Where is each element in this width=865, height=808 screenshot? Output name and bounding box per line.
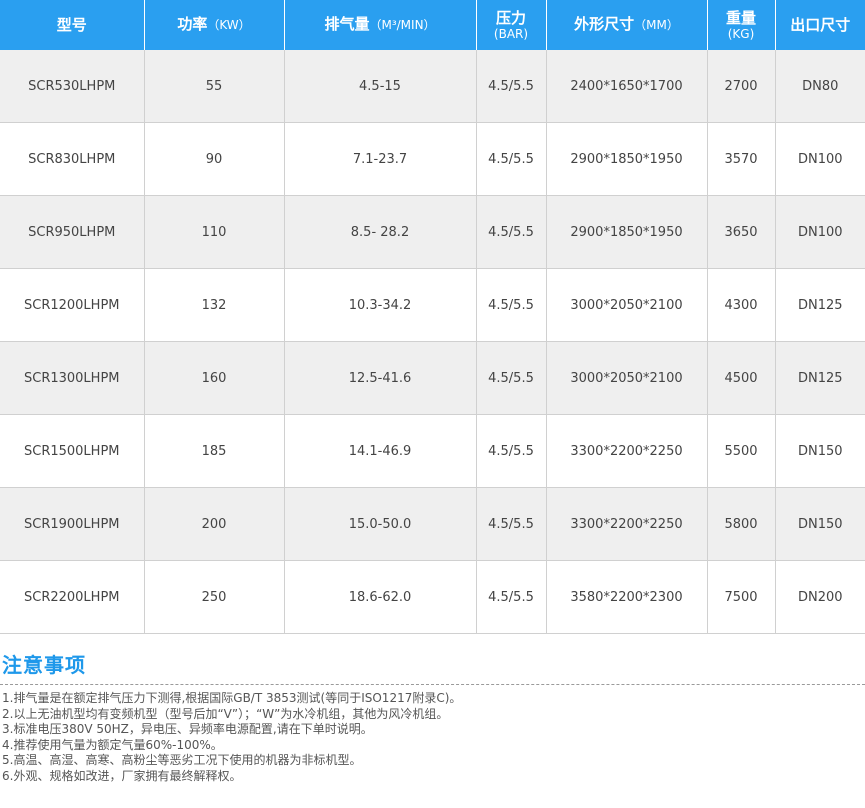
cell-pressure: 4.5/5.5 <box>476 122 547 196</box>
cell-model: SCR1300LHPM <box>0 341 145 415</box>
cell-model: SCR2200LHPM <box>0 560 145 634</box>
cell-weight: 5800 <box>707 487 776 561</box>
cell-outlet-size: DN150 <box>775 414 865 488</box>
notes-divider <box>0 684 865 685</box>
cell-dimensions: 2900*1850*1950 <box>546 122 708 196</box>
table-row: SCR1500LHPM 185 14.1-46.9 4.5/5.5 3300*2… <box>0 414 865 488</box>
cell-air-delivery: 12.5-41.6 <box>284 341 477 415</box>
cell-power: 110 <box>144 195 285 269</box>
cell-weight: 4500 <box>707 341 776 415</box>
cell-weight: 7500 <box>707 560 776 634</box>
cell-power: 90 <box>144 122 285 196</box>
header-label: 重量 <box>725 8 756 27</box>
cell-outlet-size: DN80 <box>775 50 865 123</box>
cell-air-delivery: 15.0-50.0 <box>284 487 477 561</box>
cell-dimensions: 2400*1650*1700 <box>546 50 708 123</box>
cell-air-delivery: 7.1-23.7 <box>284 122 477 196</box>
table-row: SCR1300LHPM 160 12.5-41.6 4.5/5.5 3000*2… <box>0 341 865 415</box>
table-body: SCR530LHPM 55 4.5-15 4.5/5.5 2400*1650*1… <box>0 50 865 634</box>
cell-pressure: 4.5/5.5 <box>476 487 547 561</box>
header-outlet-size: 出口尺寸 <box>775 0 865 50</box>
header-row: 型号 功率（KW） 排气量（M³/MIN） 压力 (BAR) 外形尺寸（MM） 重… <box>0 0 865 50</box>
header-unit: （MM） <box>634 18 679 32</box>
note-item: 4.推荐使用气量为额定气量60%-100%。 <box>2 737 223 752</box>
cell-outlet-size: DN100 <box>775 122 865 196</box>
cell-weight: 5500 <box>707 414 776 488</box>
header-model: 型号 <box>0 0 145 50</box>
cell-power: 160 <box>144 341 285 415</box>
cell-air-delivery: 8.5- 28.2 <box>284 195 477 269</box>
spec-table: 型号 功率（KW） 排气量（M³/MIN） 压力 (BAR) 外形尺寸（MM） 重… <box>0 0 865 634</box>
note-item: 1.排气量是在额定排气压力下测得,根据国际GB/T 3853测试(等同于ISO1… <box>2 691 462 705</box>
cell-pressure: 4.5/5.5 <box>476 195 547 269</box>
header-unit: （M³/MIN） <box>369 18 436 32</box>
header-label: 外形尺寸 <box>574 15 635 33</box>
table-row: SCR830LHPM 90 7.1-23.7 4.5/5.5 2900*1850… <box>0 122 865 196</box>
note-item: 2.以上无油机型均有变频机型（型号后加“V”）；“W”为水冷机组，其他为风冷机组… <box>2 706 449 721</box>
header-label: 压力 <box>495 8 526 27</box>
note-item: 6.外观、规格如改进，厂家拥有最终解释权。 <box>2 768 242 783</box>
cell-pressure: 4.5/5.5 <box>476 268 547 342</box>
header-weight: 重量 (KG) <box>707 0 776 50</box>
header-unit: (BAR) <box>493 26 529 41</box>
table-header: 型号 功率（KW） 排气量（M³/MIN） 压力 (BAR) 外形尺寸（MM） 重… <box>0 0 865 50</box>
cell-model: SCR530LHPM <box>0 50 145 123</box>
cell-weight: 2700 <box>707 50 776 123</box>
note-item: 5.高温、高湿、高寒、高粉尘等恶劣工况下使用的机器为非标机型。 <box>2 753 362 768</box>
cell-outlet-size: DN200 <box>775 560 865 634</box>
header-power: 功率（KW） <box>144 0 285 50</box>
cell-outlet-size: DN125 <box>775 341 865 415</box>
cell-model: SCR1900LHPM <box>0 487 145 561</box>
cell-outlet-size: DN125 <box>775 268 865 342</box>
cell-power: 55 <box>144 50 285 123</box>
table-row: SCR1900LHPM 200 15.0-50.0 4.5/5.5 3300*2… <box>0 487 865 561</box>
cell-weight: 3650 <box>707 195 776 269</box>
header-label: 出口尺寸 <box>790 15 851 34</box>
cell-dimensions: 3300*2200*2250 <box>546 487 708 561</box>
cell-pressure: 4.5/5.5 <box>476 50 547 123</box>
cell-dimensions: 3580*2200*2300 <box>546 560 708 634</box>
cell-air-delivery: 14.1-46.9 <box>284 414 477 488</box>
table-row: SCR530LHPM 55 4.5-15 4.5/5.5 2400*1650*1… <box>0 50 865 123</box>
header-unit: (KG) <box>727 26 755 41</box>
cell-pressure: 4.5/5.5 <box>476 560 547 634</box>
header-label: 排气量 <box>324 15 370 33</box>
cell-power: 185 <box>144 414 285 488</box>
cell-model: SCR830LHPM <box>0 122 145 196</box>
cell-outlet-size: DN150 <box>775 487 865 561</box>
cell-model: SCR1500LHPM <box>0 414 145 488</box>
cell-dimensions: 2900*1850*1950 <box>546 195 708 269</box>
cell-air-delivery: 10.3-34.2 <box>284 268 477 342</box>
cell-air-delivery: 4.5-15 <box>284 50 477 123</box>
table-row: SCR1200LHPM 132 10.3-34.2 4.5/5.5 3000*2… <box>0 268 865 342</box>
cell-outlet-size: DN100 <box>775 195 865 269</box>
cell-pressure: 4.5/5.5 <box>476 414 547 488</box>
table-row: SCR950LHPM 110 8.5- 28.2 4.5/5.5 2900*18… <box>0 195 865 269</box>
cell-pressure: 4.5/5.5 <box>476 341 547 415</box>
note-item: 3.标准电压380V 50HZ，异电压、异频率电源配置,请在下单时说明。 <box>2 722 373 737</box>
cell-power: 250 <box>144 560 285 634</box>
header-label: 型号 <box>56 15 87 34</box>
cell-model: SCR950LHPM <box>0 195 145 269</box>
header-pressure: 压力 (BAR) <box>476 0 547 50</box>
cell-weight: 3570 <box>707 122 776 196</box>
header-dimensions: 外形尺寸（MM） <box>546 0 708 50</box>
notes-title: 注意事项 <box>2 653 86 677</box>
header-unit: （KW） <box>207 18 251 32</box>
header-label: 功率 <box>177 15 208 33</box>
table-row: SCR2200LHPM 250 18.6-62.0 4.5/5.5 3580*2… <box>0 560 865 634</box>
cell-model: SCR1200LHPM <box>0 268 145 342</box>
cell-weight: 4300 <box>707 268 776 342</box>
notes-section: 注意事项 1.排气量是在额定排气压力下测得,根据国际GB/T 3853测试(等同… <box>0 650 865 785</box>
cell-dimensions: 3000*2050*2100 <box>546 341 708 415</box>
cell-dimensions: 3000*2050*2100 <box>546 268 708 342</box>
cell-dimensions: 3300*2200*2250 <box>546 414 708 488</box>
cell-power: 200 <box>144 487 285 561</box>
cell-air-delivery: 18.6-62.0 <box>284 560 477 634</box>
notes-list: 1.排气量是在额定排气压力下测得,根据国际GB/T 3853测试(等同于ISO1… <box>0 691 865 785</box>
cell-power: 132 <box>144 268 285 342</box>
header-air-delivery: 排气量（M³/MIN） <box>284 0 477 50</box>
